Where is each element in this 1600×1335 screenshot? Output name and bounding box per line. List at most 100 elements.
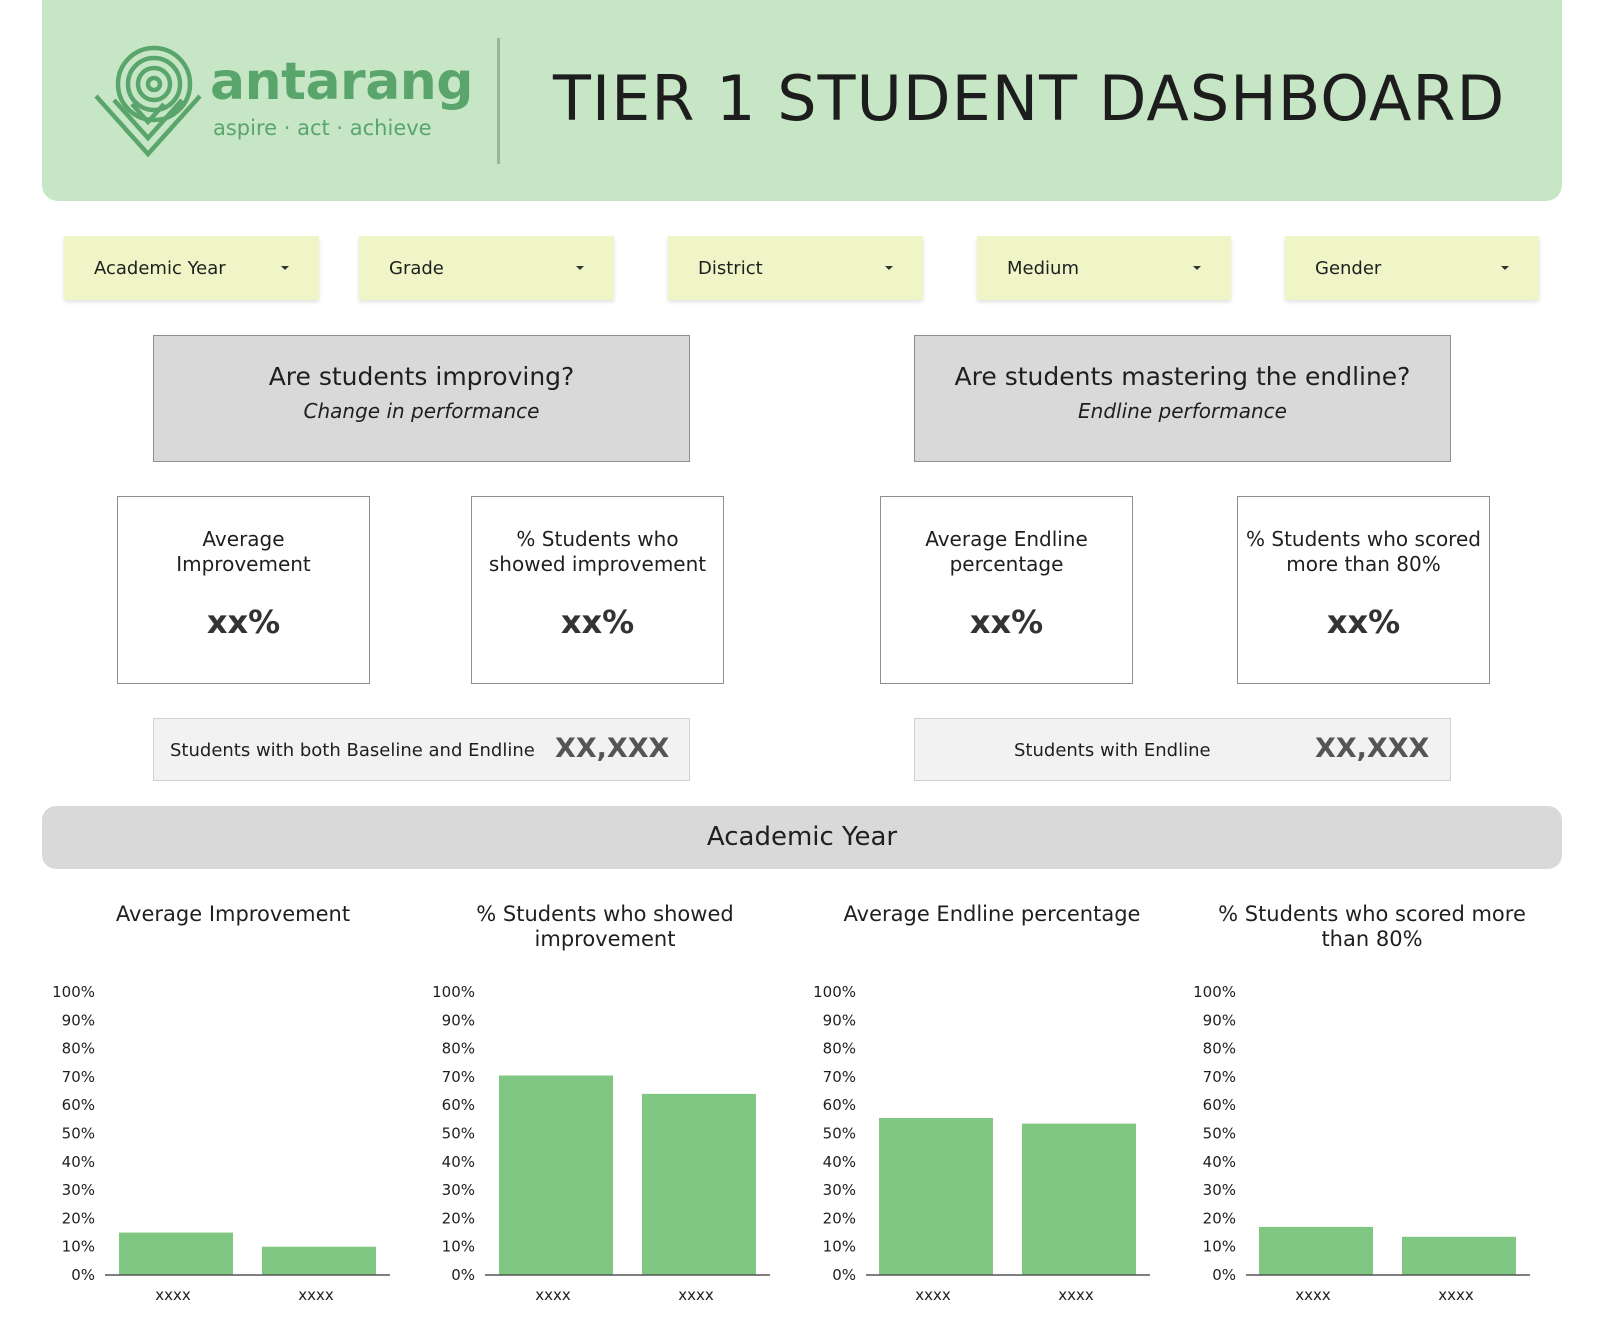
- kpi-value: xx%: [560, 603, 635, 641]
- y-tick-label: 10%: [442, 1238, 475, 1256]
- y-tick-label: 100%: [432, 983, 475, 1001]
- y-tick-label: 100%: [813, 983, 856, 1001]
- x-tick-label: xxxx: [915, 1286, 951, 1304]
- x-tick-label: xxxx: [155, 1286, 191, 1304]
- filter-label: Gender: [1315, 257, 1382, 279]
- y-tick-label: 20%: [1203, 1209, 1236, 1227]
- y-tick-label: 80%: [442, 1040, 475, 1058]
- bar: [642, 1093, 756, 1275]
- caret-down-icon: [885, 266, 893, 270]
- y-tick-label: 50%: [442, 1125, 475, 1143]
- kpi-label: Average Endline percentage: [925, 527, 1088, 576]
- y-tick-label: 100%: [52, 983, 95, 1001]
- y-tick-label: 40%: [1203, 1153, 1236, 1171]
- bar: [1022, 1123, 1136, 1275]
- y-tick-label: 30%: [823, 1181, 856, 1199]
- filter-grade[interactable]: Grade: [359, 236, 614, 300]
- y-tick-label: 80%: [823, 1040, 856, 1058]
- count-baseline-endline: Students with both Baseline and Endline …: [153, 718, 690, 781]
- y-tick-label: 90%: [62, 1011, 95, 1029]
- y-tick-label: 0%: [451, 1266, 475, 1284]
- kpi-label: Average Improvement: [176, 527, 311, 576]
- chart-title: Average Improvement: [115, 902, 351, 926]
- filter-medium[interactable]: Medium: [977, 236, 1231, 300]
- caret-down-icon: [576, 266, 584, 270]
- y-tick-label: 70%: [1203, 1068, 1236, 1086]
- y-tick-label: 70%: [442, 1068, 475, 1086]
- filter-gender[interactable]: Gender: [1285, 236, 1539, 300]
- y-tick-label: 60%: [1203, 1096, 1236, 1114]
- count-label: Students with Endline: [1014, 740, 1211, 761]
- header-divider: [497, 38, 500, 164]
- y-tick-label: 0%: [832, 1266, 856, 1284]
- kpi-average-improvement: Average Improvement xx%: [117, 496, 370, 684]
- section-mastering-header: Are students mastering the endline? Endl…: [914, 335, 1451, 462]
- section-subtitle: Change in performance: [303, 399, 540, 423]
- y-tick-label: 40%: [823, 1153, 856, 1171]
- filter-academic-year[interactable]: Academic Year: [64, 236, 319, 300]
- x-tick-label: xxxx: [678, 1286, 714, 1304]
- brand-name: antarang: [210, 52, 474, 112]
- y-tick-label: 100%: [1193, 983, 1236, 1001]
- kpi-value: xx%: [206, 603, 281, 641]
- y-tick-label: 20%: [62, 1209, 95, 1227]
- bar: [262, 1246, 376, 1275]
- x-tick-label: xxxx: [535, 1286, 571, 1304]
- section-subtitle: Endline performance: [1078, 399, 1287, 423]
- y-tick-label: 60%: [62, 1096, 95, 1114]
- y-tick-label: 30%: [1203, 1181, 1236, 1199]
- y-tick-label: 30%: [442, 1181, 475, 1199]
- y-tick-label: 80%: [62, 1040, 95, 1058]
- y-tick-label: 30%: [62, 1181, 95, 1199]
- x-tick-label: xxxx: [1295, 1286, 1331, 1304]
- y-tick-label: 20%: [823, 1209, 856, 1227]
- chart-average-improvement: 0% 10% 20% 30% 40% 50% 60% 70% 80% 90% 100% xxxx xxx…: [52, 983, 390, 1304]
- y-tick-label: 40%: [442, 1153, 475, 1171]
- caret-down-icon: [1193, 266, 1201, 270]
- chart-title: Average Endline percentage: [843, 902, 1141, 926]
- kpi-value: xx%: [969, 603, 1044, 641]
- chart-students-above-80: 0% 10% 20% 30% 40% 50% 60% 70% 80% 90% 100% xxxx xxx…: [1193, 983, 1530, 1304]
- bar: [1402, 1236, 1516, 1275]
- x-tick-label: xxxx: [298, 1286, 334, 1304]
- y-tick-label: 20%: [442, 1209, 475, 1227]
- academic-year-bar: Academic Year: [42, 806, 1562, 869]
- kpi-value: xx%: [1326, 603, 1401, 641]
- filter-district[interactable]: District: [668, 236, 923, 300]
- triangle-spiral-logo-icon: [94, 45, 202, 158]
- bar: [119, 1232, 233, 1275]
- y-tick-label: 50%: [62, 1125, 95, 1143]
- y-tick-label: 40%: [62, 1153, 95, 1171]
- y-tick-label: 60%: [442, 1096, 475, 1114]
- y-tick-label: 90%: [1203, 1011, 1236, 1029]
- y-tick-label: 10%: [1203, 1238, 1236, 1256]
- chart-average-endline: 0% 10% 20% 30% 40% 50% 60% 70% 80% 90% 100% xxxx xxx…: [813, 983, 1150, 1304]
- count-label: Students with both Baseline and Endline: [170, 740, 535, 761]
- filter-label: Academic Year: [94, 257, 226, 279]
- y-tick-label: 0%: [71, 1266, 95, 1284]
- bar: [1259, 1226, 1373, 1275]
- filter-label: Grade: [389, 257, 444, 279]
- y-tick-label: 90%: [823, 1011, 856, 1029]
- filter-label: District: [698, 257, 763, 279]
- chart-students-improved: 0% 10% 20% 30% 40% 50% 60% 70% 80% 90% 100% xxxx xxx…: [432, 983, 770, 1304]
- filter-label: Medium: [1007, 257, 1079, 279]
- kpi-students-above-80: % Students who scored more than 80% xx%: [1237, 496, 1490, 684]
- section-question: Are students mastering the endline?: [954, 362, 1411, 391]
- kpi-label: % Students who showed improvement: [488, 527, 707, 576]
- x-tick-label: xxxx: [1438, 1286, 1474, 1304]
- bar: [499, 1075, 613, 1275]
- kpi-label: % Students who scored more than 80%: [1246, 527, 1481, 576]
- y-tick-label: 70%: [823, 1068, 856, 1086]
- x-tick-label: xxxx: [1058, 1286, 1094, 1304]
- y-tick-label: 80%: [1203, 1040, 1236, 1058]
- y-tick-label: 70%: [62, 1068, 95, 1086]
- section-improving-header: Are students improving? Change in perfor…: [153, 335, 690, 462]
- y-tick-label: 50%: [823, 1125, 856, 1143]
- kpi-average-endline: Average Endline percentage xx%: [880, 496, 1133, 684]
- caret-down-icon: [1501, 266, 1509, 270]
- section-question: Are students improving?: [268, 362, 575, 391]
- page-title: TIER 1 STUDENT DASHBOARD: [553, 62, 1506, 135]
- kpi-students-improved: % Students who showed improvement xx%: [471, 496, 724, 684]
- chart-title: % Students who scored more than 80%: [1218, 902, 1526, 951]
